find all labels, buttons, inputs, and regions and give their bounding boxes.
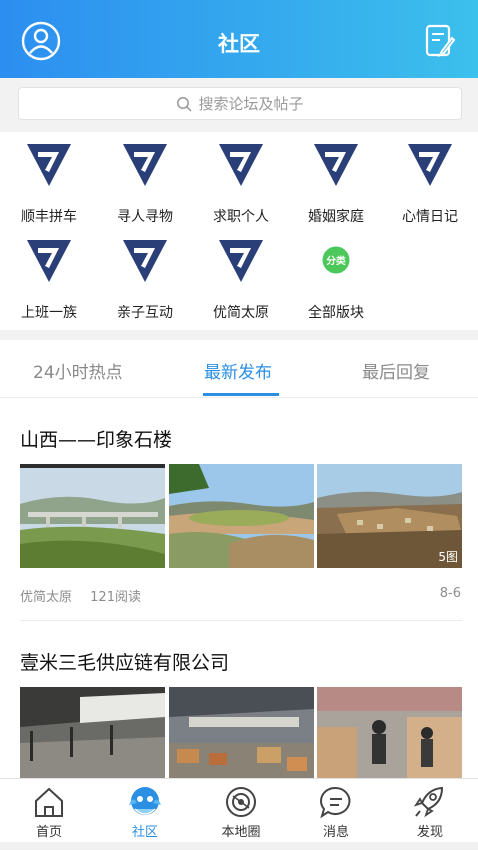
board-label: 上班一族	[21, 305, 77, 321]
forum-logo-icon	[27, 144, 71, 186]
bottom-nav: 首页 社区 本地圈 消息 发现	[0, 778, 478, 842]
board-item[interactable]: 寻人寻物	[97, 132, 193, 225]
search-placeholder: 搜索论坛及帖子	[198, 95, 304, 113]
post-meta: 优简太原 121阅读	[20, 586, 141, 605]
community-screen: 社区 搜索论坛及帖子 顺丰拼车 寻人寻物 求职个人 婚姻家庭 心情日记 上班一族…	[0, 0, 478, 850]
post-photos	[20, 687, 462, 778]
board-label: 顺丰拼车	[21, 209, 77, 225]
forum-logo-icon	[219, 240, 263, 282]
forum-logo-icon	[219, 144, 263, 186]
local-circle-icon	[226, 787, 256, 817]
search-icon	[177, 96, 193, 112]
post-title: 壹米三毛供应链有限公司	[20, 652, 230, 674]
board-item[interactable]: 上班一族	[1, 228, 97, 321]
board-label: 寻人寻物	[117, 209, 173, 225]
svg-text:分类: 分类	[326, 254, 346, 267]
post-photo[interactable]	[169, 464, 314, 568]
post-board[interactable]: 优简太原	[20, 590, 72, 605]
page-title: 社区	[218, 32, 260, 56]
post-photos: 5图	[20, 464, 462, 568]
post-card[interactable]: 壹米三毛供应链有限公司	[0, 622, 478, 778]
post-photo[interactable]	[169, 687, 314, 778]
board-label: 求职个人	[213, 209, 269, 225]
board-item[interactable]: 顺丰拼车	[1, 132, 97, 225]
all-boards-item[interactable]: 分类 全部版块	[288, 228, 384, 321]
home-icon	[35, 787, 63, 817]
search-input[interactable]: 搜索论坛及帖子	[18, 87, 462, 120]
forum-logo-icon	[314, 144, 358, 186]
post-title: 山西——印象石楼	[20, 429, 173, 451]
forum-logo-icon	[123, 240, 167, 282]
board-label: 婚姻家庭	[308, 209, 364, 225]
forum-logo-icon	[408, 144, 452, 186]
board-label: 优简太原	[213, 305, 269, 321]
post-divider	[20, 620, 462, 621]
compose-icon[interactable]	[418, 20, 460, 62]
forum-logo-icon	[27, 240, 71, 282]
nav-community[interactable]: 社区	[97, 779, 193, 843]
post-reads: 121阅读	[90, 590, 141, 605]
board-label: 全部版块	[308, 305, 364, 321]
board-item[interactable]: 求职个人	[193, 132, 289, 225]
board-item[interactable]: 婚姻家庭	[288, 132, 384, 225]
tab-last-reply[interactable]: 最后回复	[362, 358, 430, 383]
post-photo[interactable]	[317, 687, 462, 778]
nav-local-circle[interactable]: 本地圈	[193, 779, 289, 843]
all-boards-icon: 分类	[322, 246, 350, 274]
nav-messages[interactable]: 消息	[288, 779, 384, 843]
bottom-spacer	[0, 842, 478, 850]
post-photo[interactable]	[20, 464, 165, 568]
post-photo[interactable]	[20, 687, 165, 778]
board-grid: 顺丰拼车 寻人寻物 求职个人 婚姻家庭 心情日记 上班一族 亲子互动 优简太原 …	[0, 132, 478, 330]
tab-latest[interactable]: 最新发布	[204, 358, 272, 383]
header-bar: 社区	[0, 0, 478, 78]
nav-discover[interactable]: 发现	[382, 779, 478, 843]
board-item[interactable]: 亲子互动	[97, 228, 193, 321]
section-divider	[0, 330, 478, 340]
board-item[interactable]: 优简太原	[193, 228, 289, 321]
community-icon	[129, 787, 161, 815]
board-item[interactable]: 心情日记	[382, 132, 478, 225]
nav-label: 首页	[35, 825, 62, 840]
board-label: 亲子互动	[117, 305, 173, 321]
nav-label: 发现	[416, 825, 443, 840]
post-card[interactable]: 山西——印象石楼 5图 优简太原 121阅读 8-6	[0, 398, 478, 622]
tab-hot-24h[interactable]: 24小时热点	[33, 358, 123, 383]
nav-label: 消息	[322, 825, 349, 840]
nav-label: 本地圈	[221, 825, 261, 840]
discover-icon	[413, 786, 444, 818]
message-icon	[320, 786, 351, 819]
image-count-badge: 5图	[438, 550, 458, 564]
search-area: 搜索论坛及帖子	[0, 78, 478, 132]
board-label: 心情日记	[402, 209, 458, 225]
post-date: 8-6	[439, 586, 461, 601]
forum-logo-icon	[123, 144, 167, 186]
active-tab-indicator	[203, 393, 279, 396]
feed-tabs: 24小时热点 最新发布 最后回复	[0, 340, 478, 398]
nav-home[interactable]: 首页	[1, 779, 97, 843]
nav-label: 社区	[131, 825, 158, 840]
post-photo[interactable]: 5图	[317, 464, 462, 568]
